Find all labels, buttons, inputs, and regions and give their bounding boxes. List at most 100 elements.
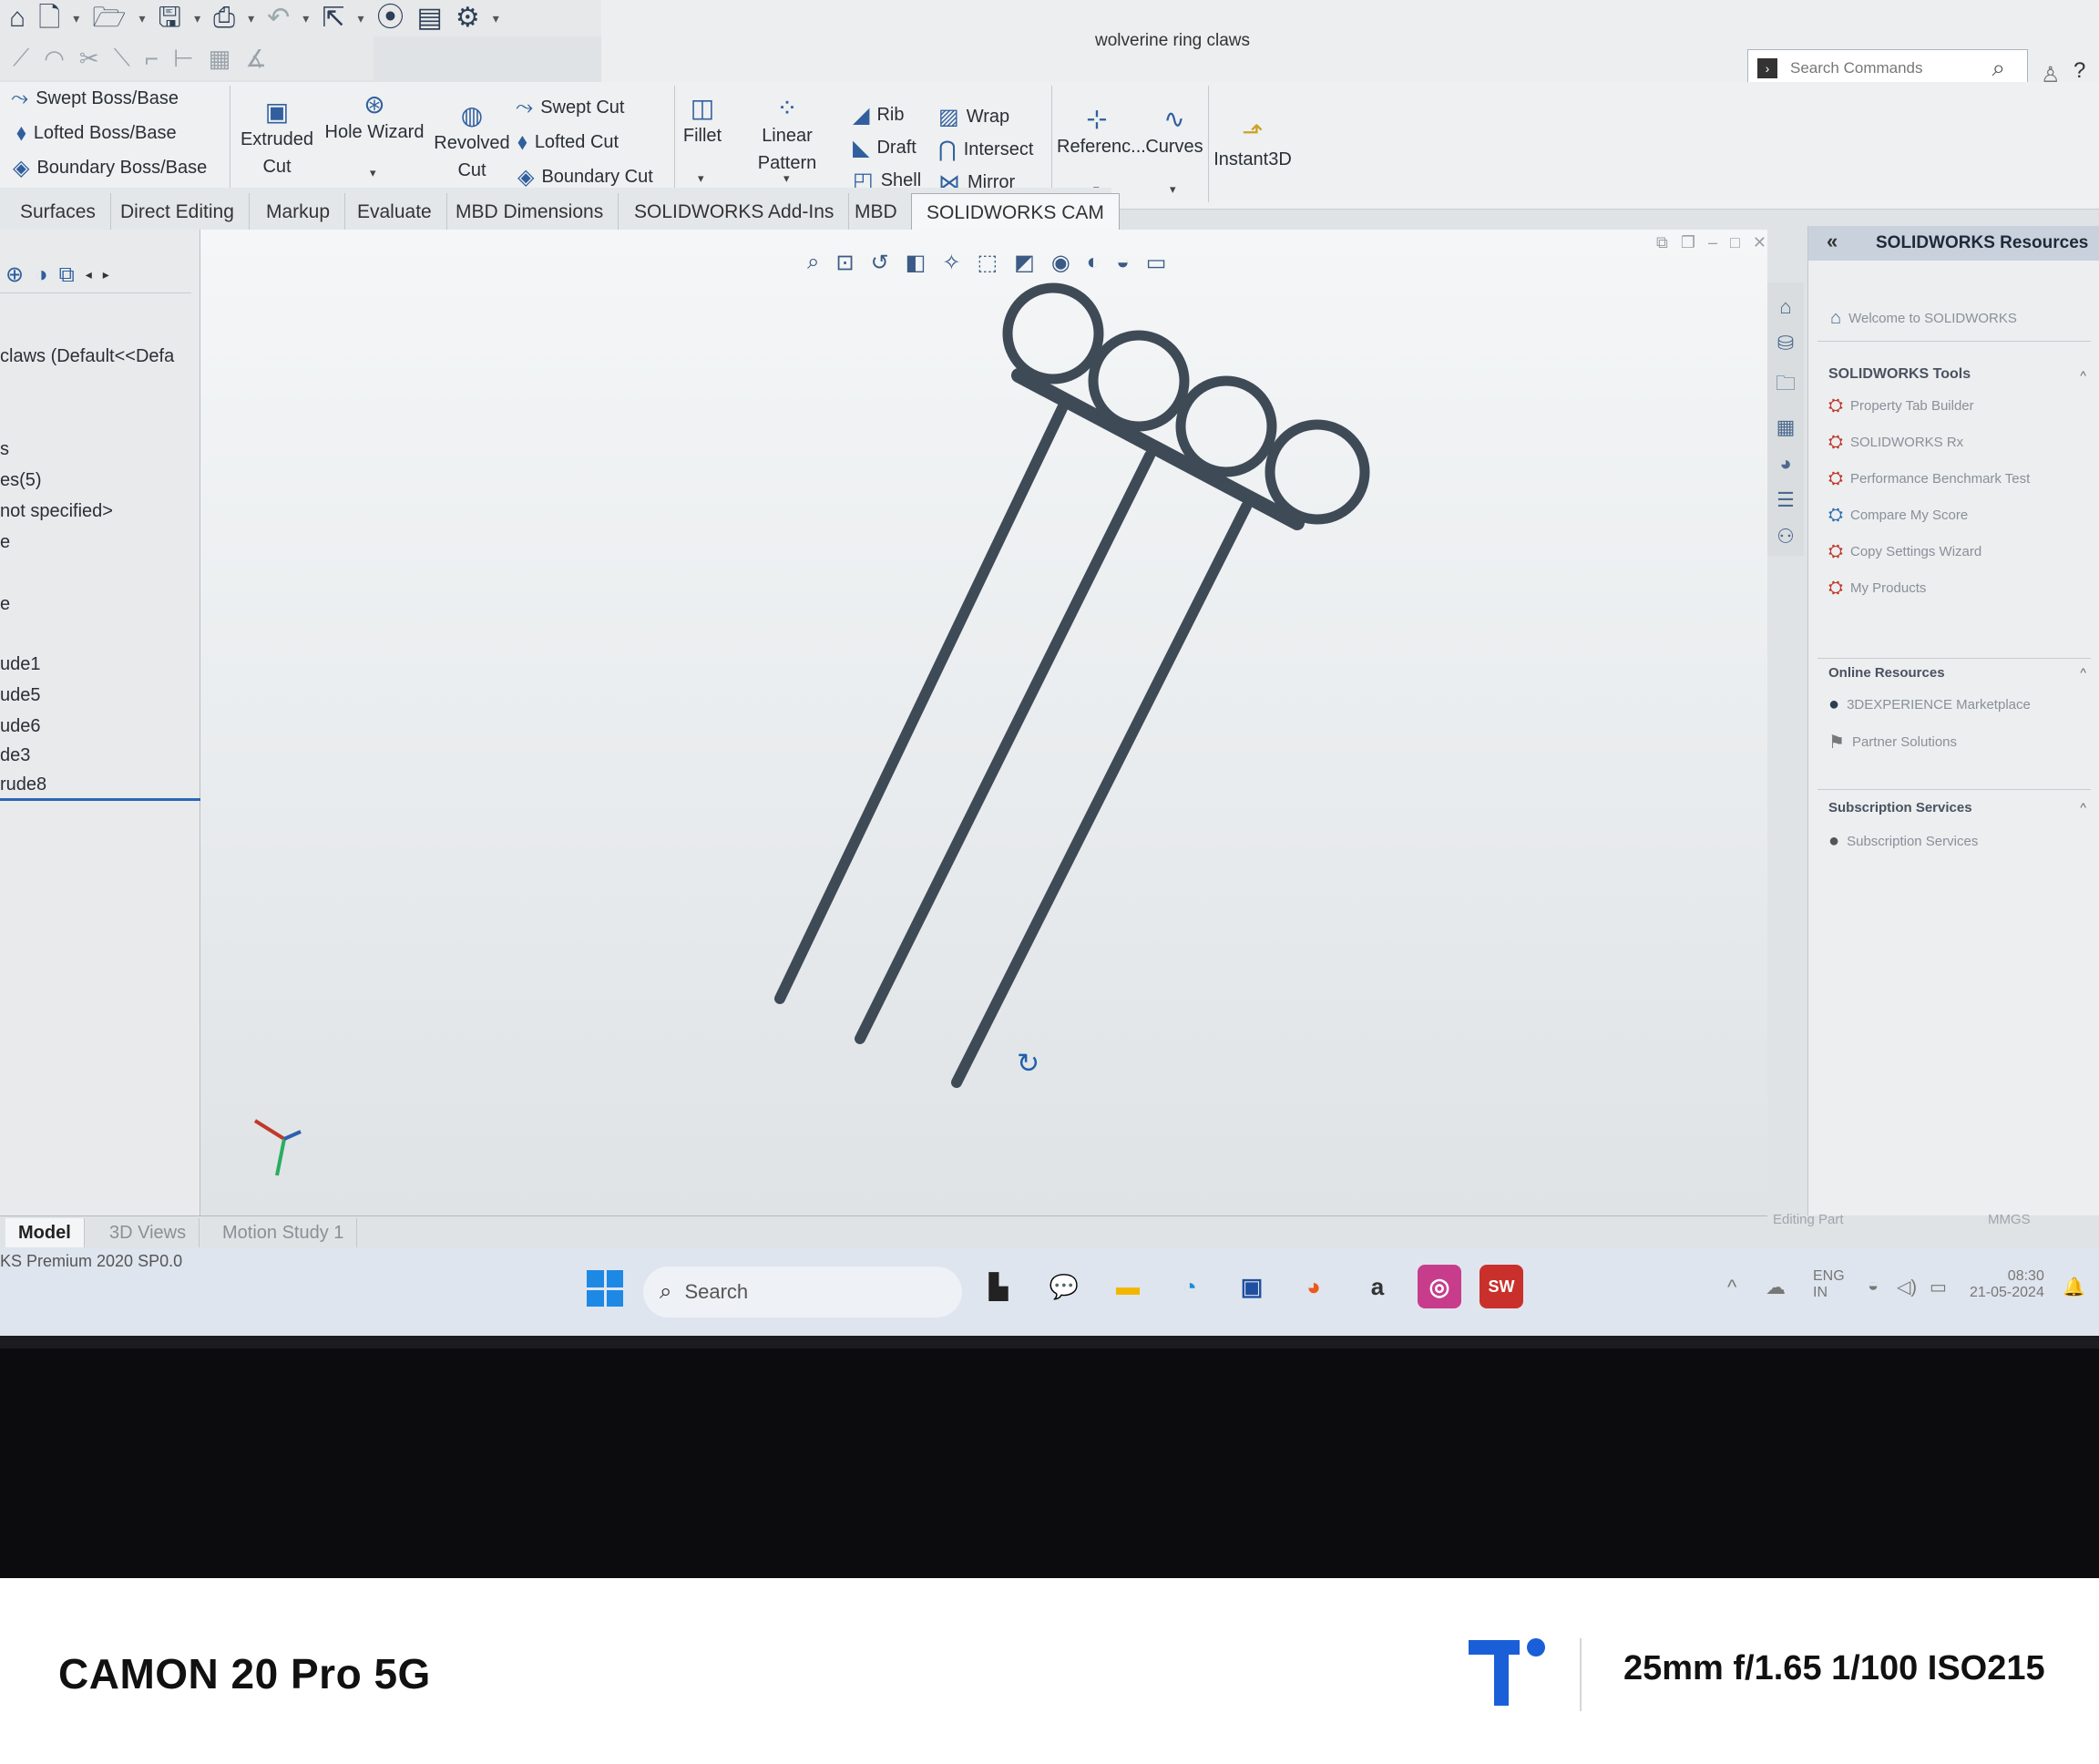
custom-properties-icon[interactable]: ☰ (1776, 488, 1795, 512)
hide-show-icon[interactable]: ◉ (1051, 250, 1070, 276)
tab-direct-editing[interactable]: Direct Editing (106, 193, 250, 231)
volume-icon[interactable]: ◁) (1897, 1276, 1917, 1298)
tab-surfaces[interactable]: Surfaces (5, 193, 111, 231)
save-icon[interactable]: 🖫 (159, 5, 182, 32)
fillet-dropdown[interactable]: ▾ (698, 171, 704, 186)
view-palette-icon[interactable]: ▦ (1776, 415, 1796, 439)
close-icon[interactable]: ✕ (1753, 233, 1766, 252)
select-icon[interactable]: ⇱ (322, 5, 344, 32)
tree-item[interactable]: s (0, 439, 9, 460)
zoom-to-area-icon[interactable]: ⊡ (835, 250, 854, 276)
scroll-right-icon[interactable]: ▸ (103, 267, 109, 282)
reference-geometry-button[interactable]: ⊹ Referenc... (1057, 106, 1146, 160)
start-button[interactable] (587, 1270, 623, 1307)
undo-icon[interactable]: ↶ (267, 5, 290, 32)
hole-wizard-button[interactable]: ⊛ Hole Wizard (321, 91, 428, 146)
design-library-icon[interactable]: ⛁ (1777, 332, 1794, 355)
amazon-icon[interactable]: a (1356, 1265, 1399, 1308)
fillet-button[interactable]: ◫ Fillet (680, 95, 725, 149)
tree-item[interactable]: de3 (0, 745, 30, 766)
online-section-title[interactable]: Online Resources (1828, 665, 1945, 681)
scenes-icon[interactable]: ◒ (1116, 250, 1130, 276)
zoom-to-fit-icon[interactable]: ⌕ (807, 250, 819, 276)
language-indicator[interactable]: ENG IN (1813, 1268, 1845, 1301)
chat-icon[interactable]: 💬 (1042, 1265, 1086, 1308)
lofted-cut-button[interactable]: ⬧ Lofted Cut (517, 129, 619, 155)
tree-item[interactable]: ude1 (0, 654, 41, 675)
section-view-icon[interactable]: ◧ (906, 250, 927, 276)
subscription-section-title[interactable]: Subscription Services (1828, 800, 1972, 815)
tree-item[interactable]: rude8 (0, 774, 46, 795)
boundary-cut-button[interactable]: ◈ Boundary Cut (517, 164, 653, 190)
tab-solidworks-add-ins[interactable]: SOLIDWORKS Add-Ins (619, 193, 850, 231)
tab-solidworks-cam[interactable]: SOLIDWORKS CAM (911, 193, 1120, 231)
wolverine-claw-model[interactable] (774, 282, 1370, 1088)
wifi-icon[interactable]: ◒ (1868, 1276, 1879, 1297)
maximize-icon[interactable]: □ (1730, 233, 1740, 252)
task-view-icon[interactable]: ▙ (977, 1265, 1020, 1308)
tab-3d-views[interactable]: 3D Views (97, 1218, 200, 1247)
collapse-icon[interactable]: « (1827, 230, 1838, 253)
edge-icon[interactable]: ◔ (1168, 1265, 1212, 1308)
edit-appearance-icon[interactable]: ◐ (1087, 250, 1101, 276)
forum-icon[interactable]: ⚇ (1776, 525, 1795, 549)
welcome-link[interactable]: ⌂ Welcome to SOLIDWORKS (1830, 308, 2017, 329)
chevron-up-icon[interactable]: ^ (2080, 368, 2086, 383)
onedrive-icon[interactable]: ☁ (1766, 1276, 1786, 1299)
tree-item[interactable]: ude6 (0, 716, 41, 737)
new-doc-icon[interactable]: 🗋 (38, 5, 60, 32)
chevron-down-icon[interactable]: ▾ (194, 11, 200, 26)
search-icon[interactable]: ⌕ (1991, 54, 2005, 83)
curves-button[interactable]: ∿ Curves (1141, 106, 1208, 160)
tree-item[interactable]: es(5) (0, 470, 42, 491)
chevron-down-icon[interactable]: ▾ (493, 11, 499, 26)
rollback-bar[interactable] (0, 798, 213, 801)
chevron-up-icon[interactable]: ^ (1727, 1276, 1736, 1299)
tree-item[interactable]: not specified> (0, 501, 113, 522)
line-icon[interactable]: ⟋ (13, 44, 29, 73)
store-icon[interactable]: ▣ (1230, 1265, 1274, 1308)
revolved-cut-button[interactable]: ◍ Revolved Cut (432, 102, 512, 184)
swept-cut-button[interactable]: ⤳ Swept Cut (516, 95, 624, 120)
online-link[interactable]: ⚑ Partner Solutions (1828, 731, 1957, 754)
battery-icon[interactable]: ▭ (1930, 1276, 1947, 1298)
instant3d-button[interactable]: ⬏ Instant3D (1212, 118, 1294, 173)
intersect-button[interactable]: ⋂ Intersect (938, 137, 1033, 163)
clock[interactable]: 08:30 21-05-2024 (1970, 1268, 2044, 1301)
previous-view-icon[interactable]: ↺ (871, 250, 889, 276)
tab-motion-study[interactable]: Motion Study 1 (210, 1218, 358, 1247)
graphics-area[interactable] (200, 230, 1767, 1215)
appearance-icon[interactable]: ◑ (35, 262, 48, 288)
print-icon[interactable]: ⎙ (213, 5, 235, 32)
dynamic-annotation-icon[interactable]: ✧ (942, 250, 960, 276)
home-icon[interactable]: ⌂ (1779, 295, 1791, 319)
tree-item[interactable]: ude5 (0, 685, 41, 706)
angle-icon[interactable]: ∡ (245, 45, 266, 73)
linear-pattern-dropdown[interactable]: ▾ (783, 171, 790, 186)
tree-item[interactable]: e (0, 594, 10, 615)
chevron-down-icon[interactable]: ▾ (248, 11, 254, 26)
curves-dropdown[interactable]: ▾ (1170, 182, 1176, 197)
boundary-boss-button[interactable]: ◈ Boundary Boss/Base (13, 155, 207, 181)
crosshair-icon[interactable]: ⊕ (5, 262, 24, 288)
tile-icon[interactable]: ⧉ (1656, 233, 1668, 252)
convert-icon[interactable]: ⟍ (114, 44, 130, 73)
subscription-link[interactable]: ● Subscription Services (1828, 831, 1978, 852)
chevron-up-icon[interactable]: ^ (2080, 665, 2086, 680)
chevron-down-icon[interactable]: ▾ (73, 11, 79, 26)
open-icon[interactable]: 🗁 (92, 5, 126, 32)
extruded-cut-button[interactable]: ▣ Extruded Cut (239, 98, 315, 180)
rib-button[interactable]: ◢ Rib (853, 102, 904, 128)
scroll-left-icon[interactable]: ◂ (86, 267, 92, 282)
firefox-icon[interactable]: ◕ (1292, 1265, 1336, 1308)
chevron-down-icon[interactable]: ▾ (357, 11, 363, 26)
home-icon[interactable]: ⌂ (9, 5, 26, 32)
config-manager-icon[interactable]: ⧉ (59, 262, 75, 288)
grid-icon[interactable]: ▦ (209, 45, 231, 73)
view-settings-icon[interactable]: ▭ (1146, 250, 1167, 276)
tab-mbd[interactable]: MBD (840, 193, 913, 231)
draft-button[interactable]: ◣ Draft (853, 135, 916, 161)
chevron-up-icon[interactable]: ^ (2080, 800, 2086, 815)
lofted-boss-button[interactable]: ⬧ Lofted Boss/Base (16, 120, 177, 146)
tab-evaluate[interactable]: Evaluate (343, 193, 447, 231)
